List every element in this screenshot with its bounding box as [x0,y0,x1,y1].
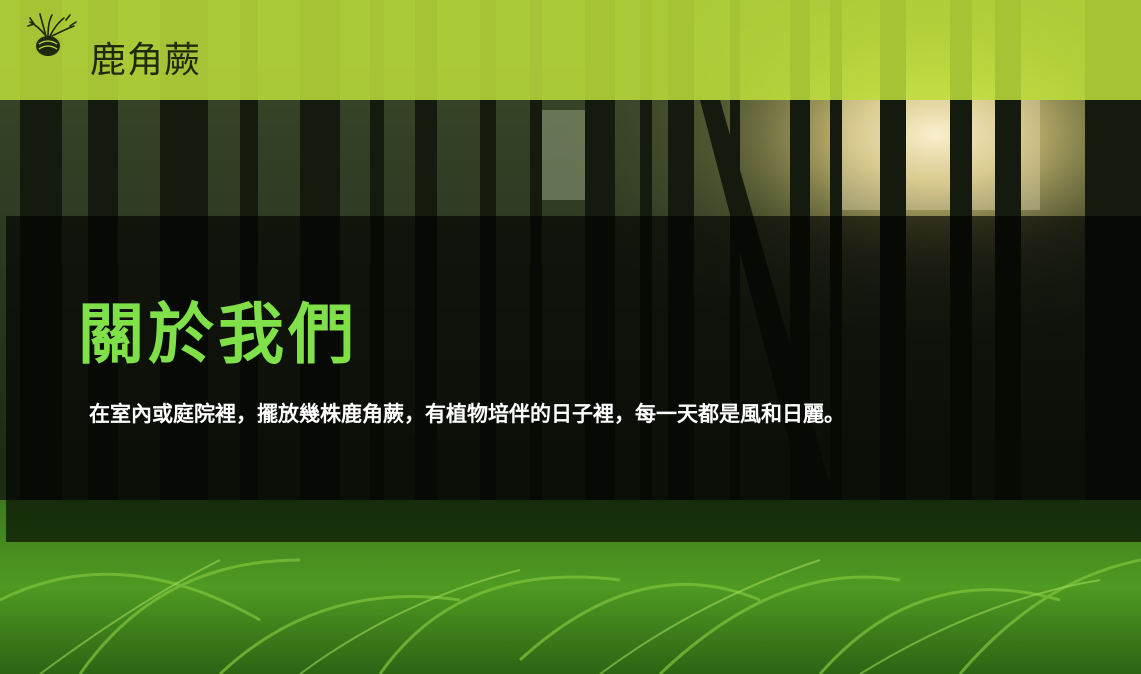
about-text: 在室內或庭院裡，擺放幾株鹿角蕨，有植物培伴的日子裡，每一天都是風和日麗。 [89,402,845,426]
site-header: 鹿角蕨 [0,0,1141,100]
about-title: 關於我們 [78,296,358,373]
about-section: 關於我們 在室內或庭院裡，擺放幾株鹿角蕨，有植物培伴的日子裡，每一天都是風和日麗… [6,216,1141,542]
staghorn-fern-icon[interactable] [26,12,78,58]
page: 鹿角蕨 關於我們 在室內或庭院裡，擺放幾株鹿角蕨，有植物培伴的日子裡，每一天都是… [0,0,1141,674]
site-title[interactable]: 鹿角蕨 [90,38,201,84]
